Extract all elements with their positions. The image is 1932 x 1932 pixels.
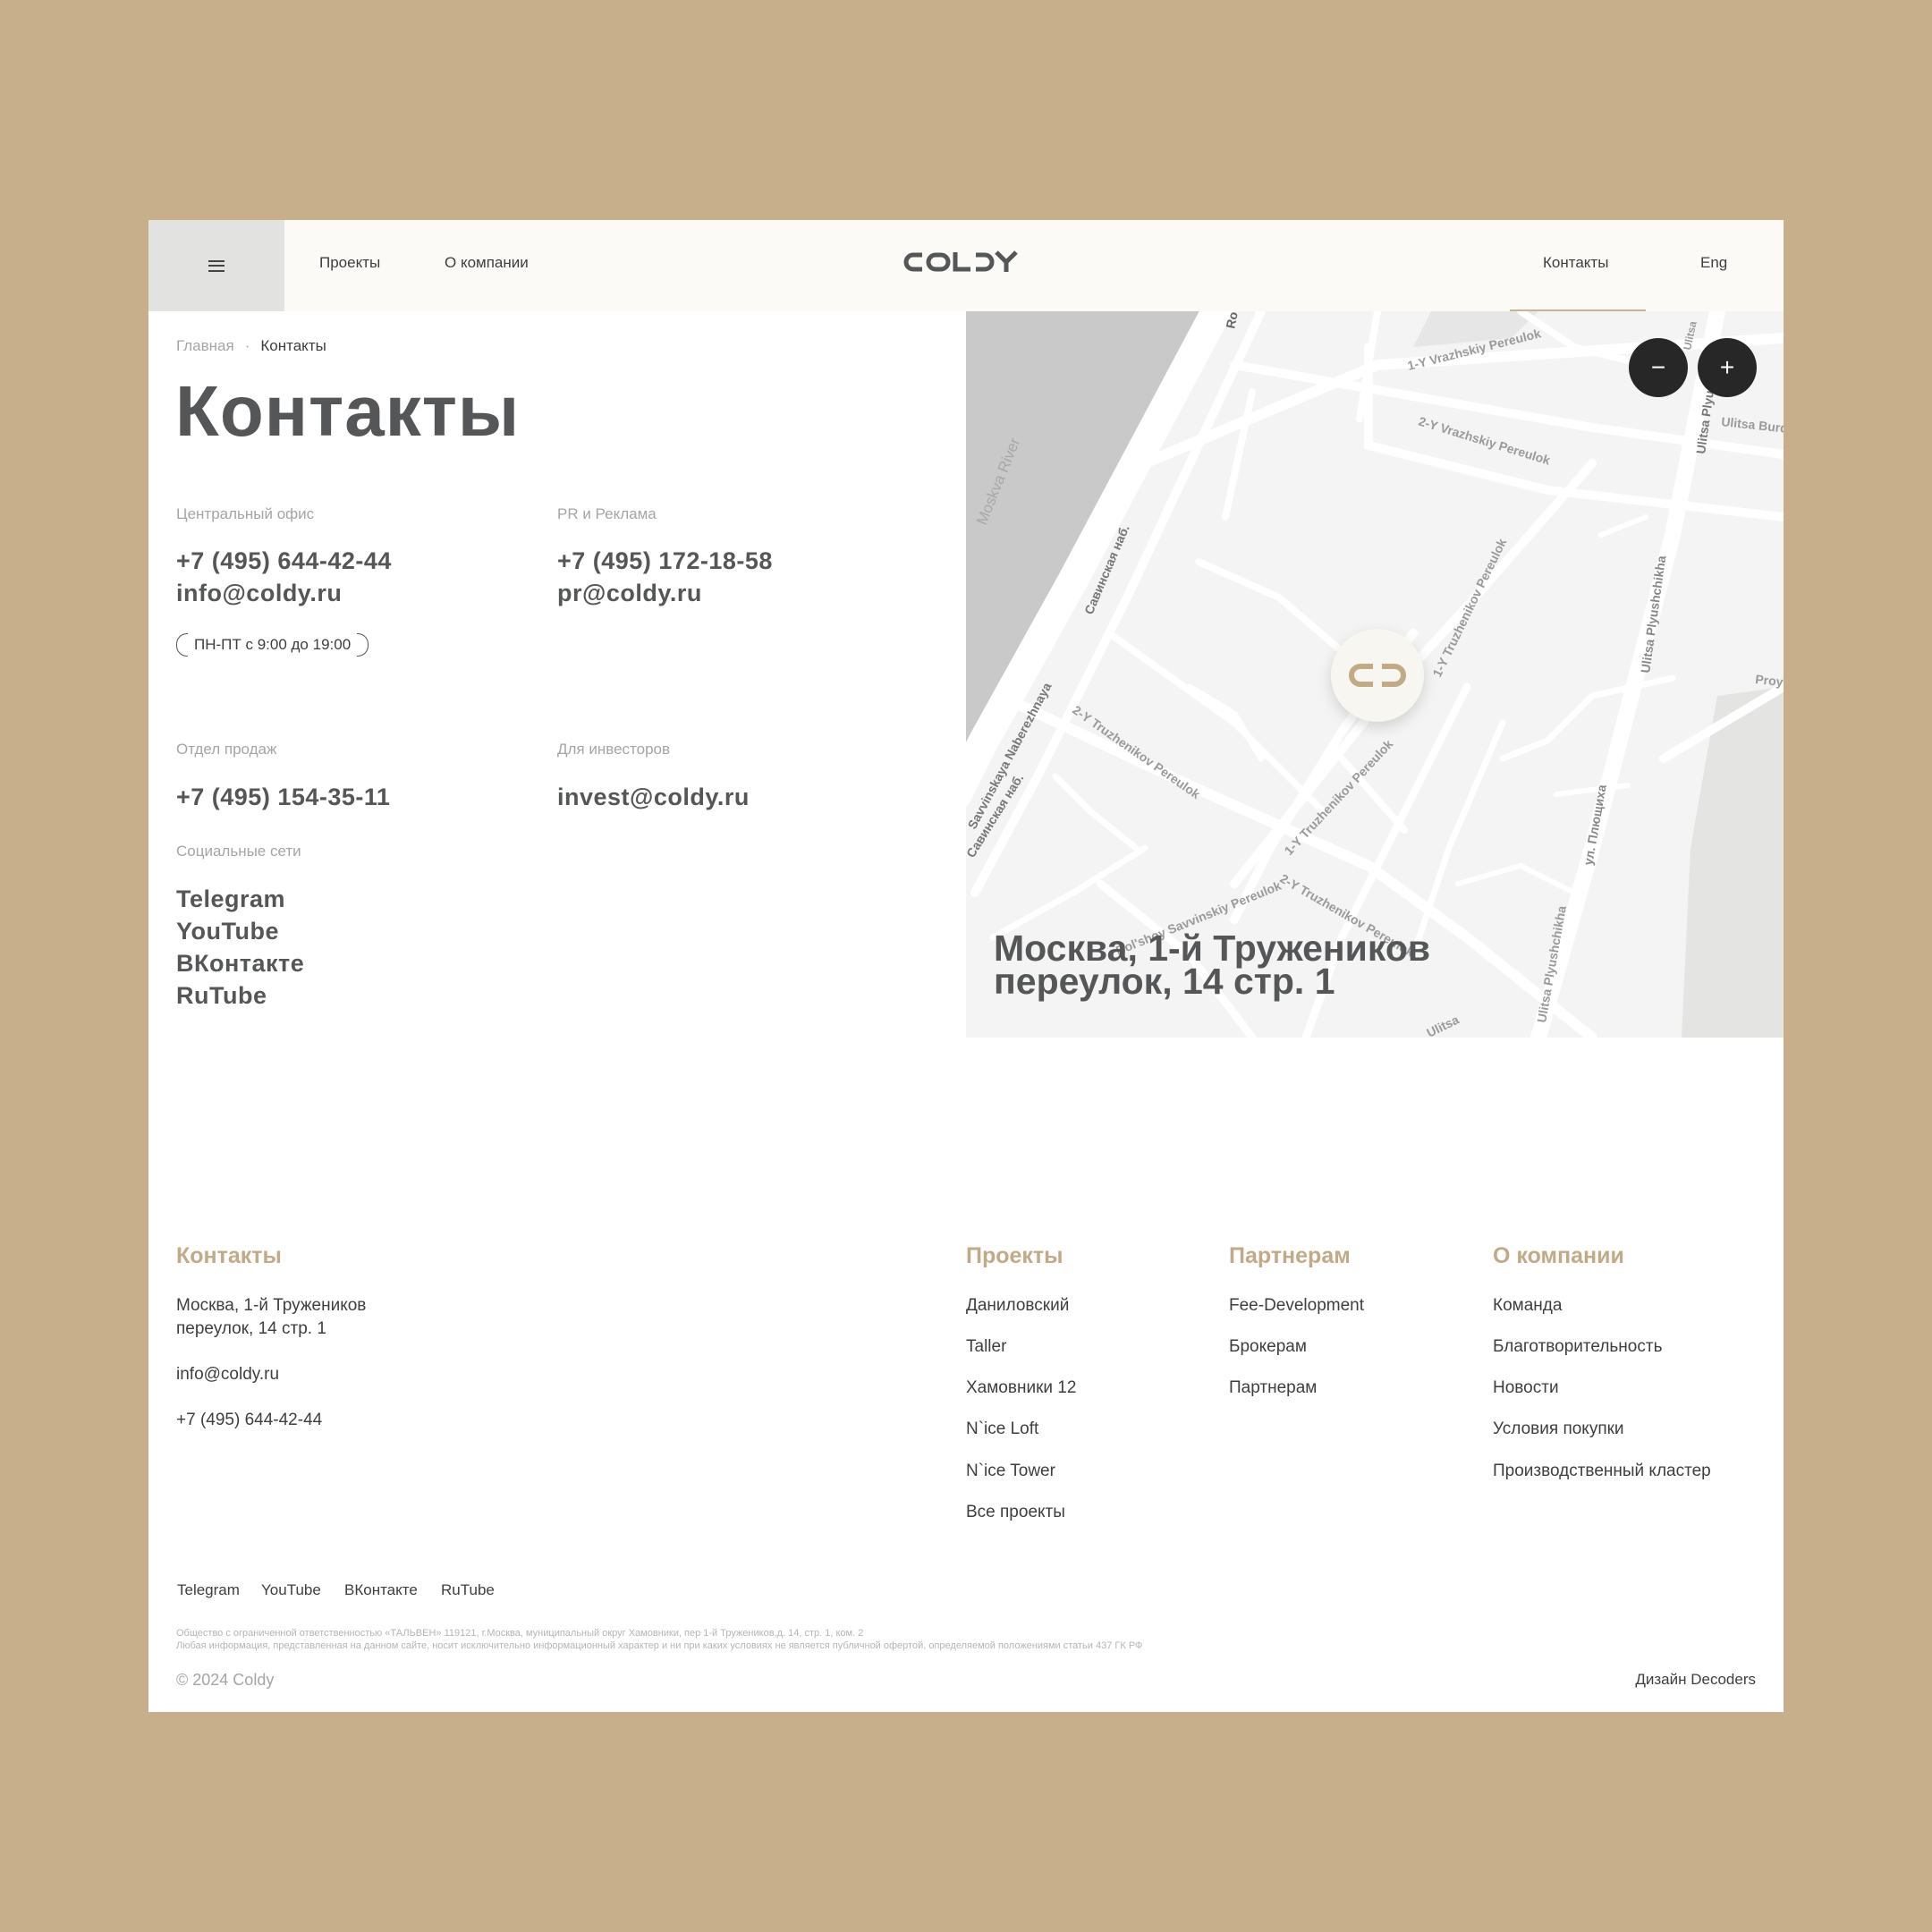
central-office-label: Центральный офис <box>176 505 315 522</box>
page-frame: Проекты О компании Контакты Eng Главная ·… <box>148 220 1784 1712</box>
working-hours-badge: ПН-ПТ с 9:00 до 19:00 <box>176 633 369 657</box>
language-switch[interactable]: Eng <box>1700 254 1727 272</box>
zoom-out-button[interactable]: − <box>1629 338 1688 397</box>
footer-about-title: О компании <box>1493 1243 1624 1268</box>
breadcrumb-separator: · <box>244 337 250 354</box>
footer-all-projects[interactable]: Все проекты <box>966 1503 1065 1522</box>
pr-email[interactable]: pr@coldy.ru <box>557 580 702 607</box>
footer-project-khamovniki[interactable]: Хамовники 12 <box>966 1378 1076 1398</box>
footer-social-vkontakte[interactable]: ВКонтакте <box>344 1581 418 1599</box>
footer-partners-title: Партнерам <box>1229 1243 1351 1268</box>
social-label: Социальные сети <box>176 843 301 860</box>
map-address-line2: переулок, 14 стр. 1 <box>994 961 1335 1002</box>
footer-partners[interactable]: Партнерам <box>1229 1378 1317 1398</box>
investors-label: Для инвесторов <box>557 741 671 758</box>
coldy-pin-icon <box>1349 664 1406 687</box>
menu-button[interactable] <box>148 220 284 311</box>
footer-production-cluster[interactable]: Производственный кластер <box>1493 1462 1711 1481</box>
nav-contacts[interactable]: Контакты <box>1543 254 1608 272</box>
footer-social-telegram[interactable]: Telegram <box>177 1581 240 1599</box>
footer-project-taller[interactable]: Taller <box>966 1337 1006 1357</box>
page-title: Контакты <box>175 371 521 451</box>
hamburger-icon <box>208 259 225 272</box>
footer-projects-title: Проекты <box>966 1243 1063 1268</box>
investors-email[interactable]: invest@coldy.ru <box>557 784 750 811</box>
footer-address-line1: Москва, 1-й Тружеников <box>176 1296 367 1315</box>
location-pin[interactable] <box>1331 629 1424 722</box>
footer-project-danilovsky[interactable]: Даниловский <box>966 1296 1069 1316</box>
design-credit[interactable]: Дизайн Decoders <box>1635 1671 1756 1689</box>
footer-team[interactable]: Команда <box>1493 1296 1562 1316</box>
footer-fee-development[interactable]: Fee-Development <box>1229 1296 1364 1316</box>
footer-address-line2: переулок, 14 стр. 1 <box>176 1319 326 1338</box>
breadcrumb-current: Контакты <box>260 337 326 354</box>
map-label-plyush: Ulitsa Plyushchikha <box>1638 555 1668 674</box>
footer-project-nice-loft[interactable]: N`ice Loft <box>966 1419 1038 1439</box>
site-header: Проекты О компании Контакты Eng <box>148 220 1784 311</box>
social-vkontakte[interactable]: ВКонтакте <box>176 950 304 978</box>
footer-news[interactable]: Новости <box>1493 1378 1559 1398</box>
footer-email[interactable]: info@coldy.ru <box>176 1365 279 1385</box>
map-label-truzh1-top: 1-Y Truzhenikov Pereulok <box>1429 536 1509 679</box>
social-youtube[interactable]: YouTube <box>176 918 279 945</box>
central-office-phone[interactable]: +7 (495) 644-42-44 <box>176 547 392 575</box>
breadcrumb-home[interactable]: Главная <box>176 337 234 354</box>
sales-label: Отдел продаж <box>176 741 277 758</box>
map-label-ulitsa-bottom: Ulitsa <box>1424 1013 1461 1038</box>
central-office-email[interactable]: info@coldy.ru <box>176 580 342 607</box>
sales-phone[interactable]: +7 (495) 154-35-11 <box>176 784 390 811</box>
map-label-truzh2: 2-Y Truzhenikov Pereulok <box>1070 702 1203 801</box>
legal-disclaimer: Любая информация, представленная на данн… <box>176 1640 1143 1651</box>
breadcrumb: Главная · Контакты <box>176 337 326 355</box>
nav-projects[interactable]: Проекты <box>319 254 380 272</box>
legal-company-info: Общество с ограниченной ответственностью… <box>176 1628 864 1639</box>
map[interactable]: Moskva River Ro 1-Y Vrazhskiy Pereulok 2… <box>966 311 1784 1038</box>
footer-phone[interactable]: +7 (495) 644-42-44 <box>176 1411 322 1430</box>
copyright: © 2024 Coldy <box>176 1671 275 1689</box>
footer-charity[interactable]: Благотворительность <box>1493 1337 1662 1357</box>
map-label-burd: Ulitsa Burd <box>1721 414 1784 436</box>
social-telegram[interactable]: Telegram <box>176 886 285 913</box>
zoom-in-button[interactable]: + <box>1698 338 1757 397</box>
social-rutube[interactable]: RuTube <box>176 982 267 1010</box>
footer-social-youtube[interactable]: YouTube <box>261 1581 321 1599</box>
pr-label: PR и Реклама <box>557 505 657 522</box>
map-address: Москва, 1-й Тружеников переулок, 14 стр.… <box>994 930 1620 1002</box>
map-label-ro: Ro <box>1223 311 1241 330</box>
pr-phone[interactable]: +7 (495) 172-18-58 <box>557 547 773 575</box>
footer-contacts-title: Контакты <box>176 1243 282 1268</box>
map-label-proy: Proy <box>1755 672 1784 689</box>
footer-social-rutube[interactable]: RuTube <box>441 1581 495 1599</box>
nav-about[interactable]: О компании <box>445 254 529 272</box>
coldy-logo[interactable] <box>903 249 1025 275</box>
footer-brokers[interactable]: Брокерам <box>1229 1337 1307 1357</box>
footer-purchase-terms[interactable]: Условия покупки <box>1493 1419 1624 1439</box>
footer-project-nice-tower[interactable]: N`ice Tower <box>966 1462 1055 1481</box>
